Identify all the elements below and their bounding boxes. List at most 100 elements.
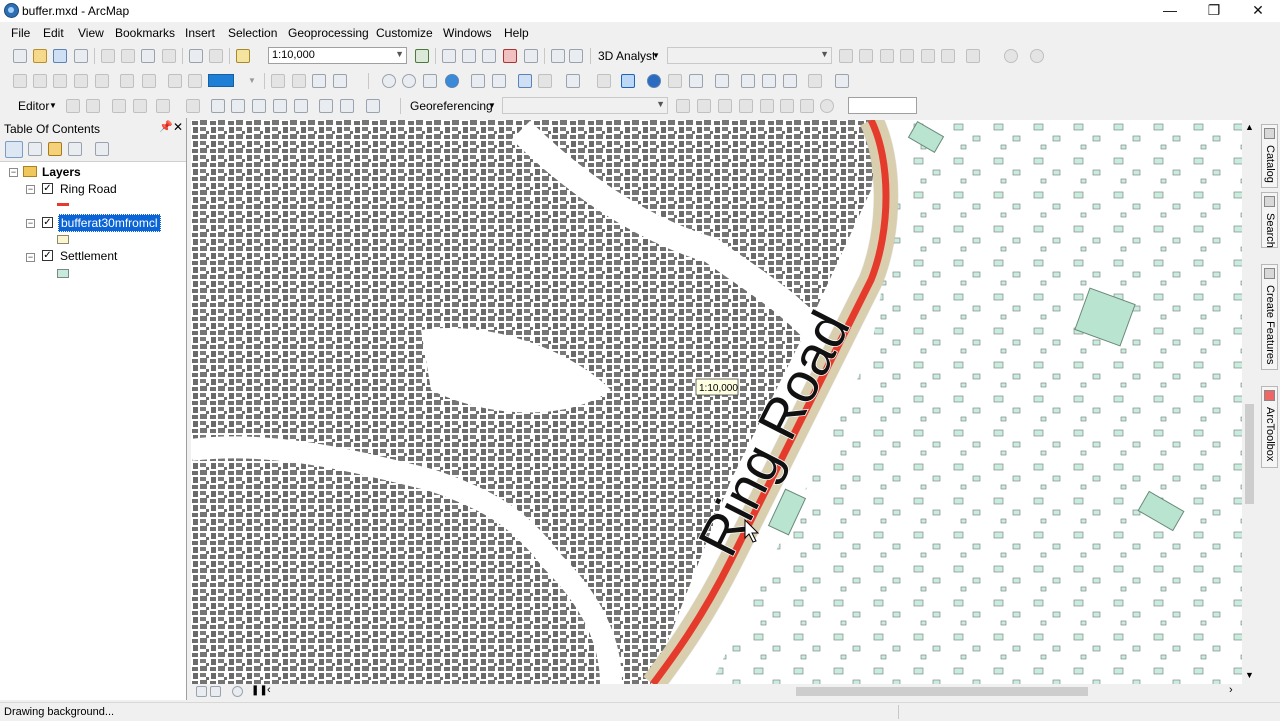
ring-road-visibility-checkbox[interactable]: ✓ — [42, 183, 53, 194]
line-of-sight-icon[interactable] — [880, 49, 894, 63]
scroll-right-icon[interactable]: › — [1229, 684, 1233, 696]
view-link-table-icon[interactable] — [780, 99, 794, 113]
rotate-tool-icon[interactable] — [294, 99, 308, 113]
search-window-icon[interactable] — [482, 49, 496, 63]
focus-data-frame-icon[interactable] — [292, 74, 306, 88]
go-to-xy-icon[interactable] — [783, 74, 797, 88]
georef-scale-input[interactable] — [848, 97, 917, 114]
map-horizontal-scrollbar[interactable]: ❚❚ ‹ › — [191, 684, 1257, 699]
options-icon[interactable] — [95, 142, 109, 156]
forward-extent-layout-icon[interactable] — [188, 74, 202, 88]
refresh-view-icon[interactable] — [232, 686, 243, 697]
collapse-buffer-icon[interactable]: − — [26, 219, 35, 228]
add-control-points-icon[interactable] — [739, 99, 753, 113]
pause-drawing-icon[interactable]: ❚❚ — [251, 685, 268, 696]
open-folder-icon[interactable] — [33, 49, 47, 63]
layer-buffer-selected[interactable]: bufferat30mfromcl — [58, 214, 161, 232]
map-scale-combo[interactable]: 1:10,000 ▼ — [268, 47, 407, 64]
edit-tool-icon[interactable] — [66, 99, 80, 113]
list-by-visibility-icon[interactable] — [48, 142, 62, 156]
change-layout-icon[interactable] — [312, 74, 326, 88]
go-back-extent-icon[interactable] — [518, 74, 532, 88]
copy-icon[interactable] — [121, 49, 135, 63]
auto-registration-icon[interactable] — [760, 99, 774, 113]
scale-georef-icon[interactable] — [718, 99, 732, 113]
select-features-icon[interactable] — [566, 74, 580, 88]
find-icon[interactable] — [741, 74, 755, 88]
layer-ring-road[interactable]: Ring Road — [60, 182, 117, 196]
search-tab[interactable]: Search — [1261, 192, 1278, 248]
clear-selection-icon[interactable] — [597, 74, 611, 88]
new-document-icon[interactable] — [13, 49, 27, 63]
back-extent-layout-icon[interactable] — [168, 74, 182, 88]
fixed-zoom-out-layout-icon[interactable] — [142, 74, 156, 88]
3d-analyst-dropdown[interactable]: 3D Analyst — [598, 49, 655, 63]
menu-file[interactable]: File — [11, 26, 30, 40]
interpolate-polygon-icon[interactable] — [941, 49, 955, 63]
georeferencing-dropdown[interactable]: Georeferencing — [410, 99, 493, 113]
buffer-symbol[interactable] — [57, 235, 69, 244]
menu-insert[interactable]: Insert — [185, 26, 215, 40]
create-viewer-icon[interactable] — [835, 74, 849, 88]
delete-icon[interactable] — [162, 49, 176, 63]
menu-bookmarks[interactable]: Bookmarks — [115, 26, 175, 40]
settlement-symbol[interactable] — [57, 269, 69, 278]
list-by-source-icon[interactable] — [28, 142, 42, 156]
table-of-contents-icon[interactable] — [442, 49, 456, 63]
close-icon[interactable]: ✕ — [173, 120, 183, 134]
pin-icon[interactable]: 📌 — [159, 120, 173, 133]
go-forward-extent-icon[interactable] — [538, 74, 552, 88]
straight-segment-icon[interactable] — [112, 99, 126, 113]
rotate-map-icon[interactable] — [820, 99, 834, 113]
arctoolbox-tab[interactable]: ArcToolbox — [1261, 386, 1278, 468]
close-button[interactable]: ✕ — [1236, 0, 1280, 22]
zoom-percent-combo[interactable] — [208, 74, 234, 87]
list-by-drawing-order-icon[interactable] — [5, 141, 23, 158]
zoom-whole-page-icon[interactable] — [74, 74, 88, 88]
create-features-icon[interactable] — [366, 99, 380, 113]
menu-windows[interactable]: Windows — [443, 26, 492, 40]
undo-icon[interactable] — [189, 49, 203, 63]
edit-annotation-icon[interactable] — [86, 99, 100, 113]
pan-icon[interactable] — [423, 74, 437, 88]
identify-icon[interactable] — [647, 74, 661, 88]
interpolate-point-icon[interactable] — [900, 49, 914, 63]
data-driven-pages-icon[interactable] — [333, 74, 347, 88]
menu-customize[interactable]: Customize — [376, 26, 433, 40]
toggle-draft-mode-icon[interactable] — [271, 74, 285, 88]
print-icon[interactable] — [74, 49, 88, 63]
select-elements-icon[interactable] — [621, 74, 635, 88]
interpolate-line-icon[interactable] — [921, 49, 935, 63]
buffer-visibility-checkbox[interactable]: ✓ — [42, 217, 53, 228]
editor-dropdown[interactable]: Editor — [18, 99, 49, 113]
horizontal-scroll-thumb[interactable] — [796, 687, 1088, 696]
arcglobe-icon[interactable] — [1030, 49, 1044, 63]
find-route-icon[interactable] — [762, 74, 776, 88]
catalog-tab[interactable]: Catalog — [1261, 124, 1278, 188]
settlement-visibility-checkbox[interactable]: ✓ — [42, 250, 53, 261]
arctoolbox-icon[interactable] — [503, 49, 517, 63]
arcscene-icon[interactable] — [1004, 49, 1018, 63]
layout-view-icon[interactable] — [210, 686, 221, 697]
catalog-window-icon[interactable] — [462, 49, 476, 63]
menu-view[interactable]: View — [78, 26, 104, 40]
cut-polygons-icon[interactable] — [252, 99, 266, 113]
measure-icon[interactable] — [715, 74, 729, 88]
rotate-georef-icon[interactable] — [676, 99, 690, 113]
toolbar-options-icon[interactable] — [569, 49, 583, 63]
edit-vertices-icon[interactable] — [211, 99, 225, 113]
zoom-in-icon[interactable] — [382, 74, 396, 88]
list-by-selection-icon[interactable] — [68, 142, 82, 156]
scroll-down-icon[interactable]: ▼ — [1245, 670, 1254, 680]
endpoint-arc-icon[interactable] — [133, 99, 147, 113]
contour-icon[interactable] — [839, 49, 853, 63]
fixed-zoom-out-icon[interactable] — [492, 74, 506, 88]
zoom-out-icon[interactable] — [402, 74, 416, 88]
steepest-path-icon[interactable] — [859, 49, 873, 63]
fixed-zoom-in-layout-icon[interactable] — [120, 74, 134, 88]
menu-help[interactable]: Help — [504, 26, 529, 40]
map-display[interactable]: Ring Road 1:10,000 — [191, 120, 1242, 684]
map-canvas[interactable]: Ring Road 1:10,000 — [191, 120, 1242, 684]
split-tool-icon[interactable] — [273, 99, 287, 113]
ring-road-symbol[interactable] — [57, 203, 69, 206]
